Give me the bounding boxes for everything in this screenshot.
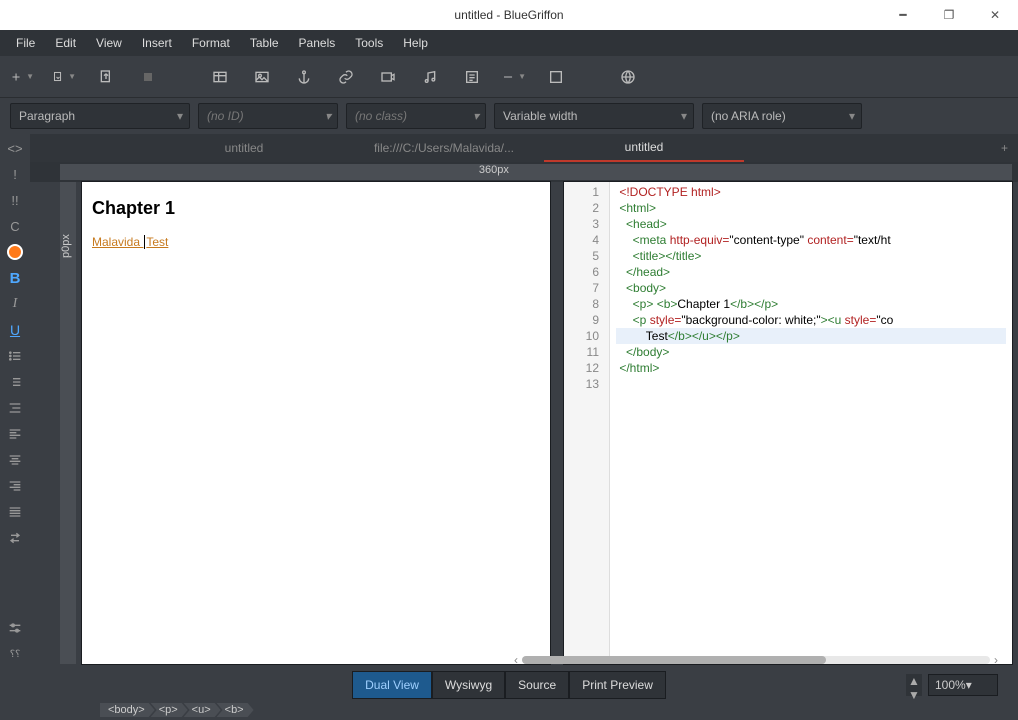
class-select[interactable]: (no class)▾: [346, 103, 486, 129]
window-titlebar: untitled - BlueGriffon ━ ❐ ✕: [0, 0, 1018, 30]
view-source[interactable]: Source: [505, 671, 569, 699]
format-bar: Paragraph▾ (no ID)▾ (no class)▾ Variable…: [0, 98, 1018, 134]
menu-view[interactable]: View: [86, 30, 132, 56]
menu-edit[interactable]: Edit: [45, 30, 86, 56]
save-button[interactable]: [94, 65, 118, 89]
document-tab[interactable]: untitled: [544, 134, 744, 162]
menu-help[interactable]: Help: [393, 30, 438, 56]
align-center-tool[interactable]: [4, 450, 26, 470]
image-icon[interactable]: [250, 65, 274, 89]
code-block-icon[interactable]: [544, 65, 568, 89]
ul-tool[interactable]: [4, 346, 26, 366]
tag-tool[interactable]: <>: [4, 138, 26, 158]
document-tab[interactable]: untitled: [144, 134, 344, 162]
anchor-icon[interactable]: [292, 65, 316, 89]
split-handle[interactable]: [554, 182, 560, 664]
ol-tool[interactable]: [4, 372, 26, 392]
document-tabs: untitledfile:///C:/Users/Malavida/...unt…: [30, 134, 1018, 162]
align-right-tool[interactable]: [4, 476, 26, 496]
wysiwyg-pane[interactable]: Chapter 1 Malavida Test: [82, 182, 550, 664]
breadcrumb-item[interactable]: <u>: [184, 703, 221, 717]
foreground-color[interactable]: [4, 242, 26, 262]
window-title: untitled - BlueGriffon: [454, 8, 563, 22]
align-left-tool[interactable]: [4, 424, 26, 444]
font-select[interactable]: Variable width▾: [494, 103, 694, 129]
settings-tool[interactable]: [4, 618, 26, 638]
italic-tool[interactable]: I: [4, 294, 26, 314]
maximize-button[interactable]: ❐: [926, 0, 972, 30]
horizontal-ruler[interactable]: 360px: [60, 164, 1012, 180]
close-button[interactable]: ✕: [972, 0, 1018, 30]
link-text[interactable]: Malavida Test: [92, 233, 168, 250]
indent-tool[interactable]: [4, 398, 26, 418]
menu-insert[interactable]: Insert: [132, 30, 182, 56]
video-icon[interactable]: [376, 65, 400, 89]
view-print-preview[interactable]: Print Preview: [569, 671, 666, 699]
vertical-ruler[interactable]: p0px: [60, 182, 76, 664]
double-important-tool[interactable]: !!: [4, 190, 26, 210]
zoom-select[interactable]: 100%▾: [928, 674, 998, 696]
new-button[interactable]: ▼: [10, 65, 34, 89]
form-icon[interactable]: [460, 65, 484, 89]
menu-bar: FileEditViewInsertFormatTablePanelsTools…: [0, 30, 1018, 56]
main-toolbar: ▼ ▼ ▼: [0, 56, 1018, 98]
aria-select[interactable]: (no ARIA role)▾: [702, 103, 862, 129]
new-tab-button[interactable]: +: [1001, 141, 1008, 155]
minimize-button[interactable]: ━: [880, 0, 926, 30]
line-gutter: 12345678910111213: [564, 182, 610, 664]
id-select[interactable]: (no ID)▾: [198, 103, 338, 129]
dom-breadcrumb: <body><p><u><b>: [0, 700, 1018, 720]
horizontal-scrollbar[interactable]: ‹›: [510, 654, 1002, 666]
important-tool[interactable]: !: [4, 164, 26, 184]
browser-icon[interactable]: [616, 65, 640, 89]
menu-table[interactable]: Table: [240, 30, 289, 56]
breadcrumb-item[interactable]: <p>: [151, 703, 188, 717]
direction-tool[interactable]: [4, 528, 26, 548]
left-toolbar: <> ! !! C B I U ⸮⸮: [0, 134, 30, 670]
view-mode-bar: Dual ViewWysiwygSourcePrint Preview ▲▼ 1…: [0, 670, 1018, 700]
audio-icon[interactable]: [418, 65, 442, 89]
view-wysiwyg[interactable]: Wysiwyg: [432, 671, 505, 699]
open-button[interactable]: ▼: [52, 65, 76, 89]
code-area[interactable]: <!DOCTYPE html> <html> <head> <meta http…: [610, 182, 1012, 664]
heading-text[interactable]: Chapter 1: [92, 198, 540, 219]
color-tool[interactable]: C: [4, 216, 26, 236]
paragraph-select[interactable]: Paragraph▾: [10, 103, 190, 129]
align-justify-tool[interactable]: [4, 502, 26, 522]
source-pane[interactable]: 12345678910111213 <!DOCTYPE html> <html>…: [564, 182, 1012, 664]
breadcrumb-item[interactable]: <body>: [100, 703, 155, 717]
menu-file[interactable]: File: [6, 30, 45, 56]
menu-format[interactable]: Format: [182, 30, 240, 56]
stop-button[interactable]: [136, 65, 160, 89]
menu-tools[interactable]: Tools: [345, 30, 393, 56]
bold-tool[interactable]: B: [4, 268, 26, 288]
underline-tool[interactable]: U: [4, 320, 26, 340]
hr-icon[interactable]: ▼: [502, 65, 526, 89]
zoom-spinner[interactable]: ▲▼: [906, 674, 922, 696]
menu-panels[interactable]: Panels: [289, 30, 346, 56]
link-icon[interactable]: [334, 65, 358, 89]
breadcrumb-item[interactable]: <b>: [217, 703, 254, 717]
view-dual-view[interactable]: Dual View: [352, 671, 432, 699]
document-tab[interactable]: file:///C:/Users/Malavida/...: [344, 134, 544, 162]
corner-tool[interactable]: ⸮⸮: [4, 644, 26, 664]
table-icon[interactable]: [208, 65, 232, 89]
